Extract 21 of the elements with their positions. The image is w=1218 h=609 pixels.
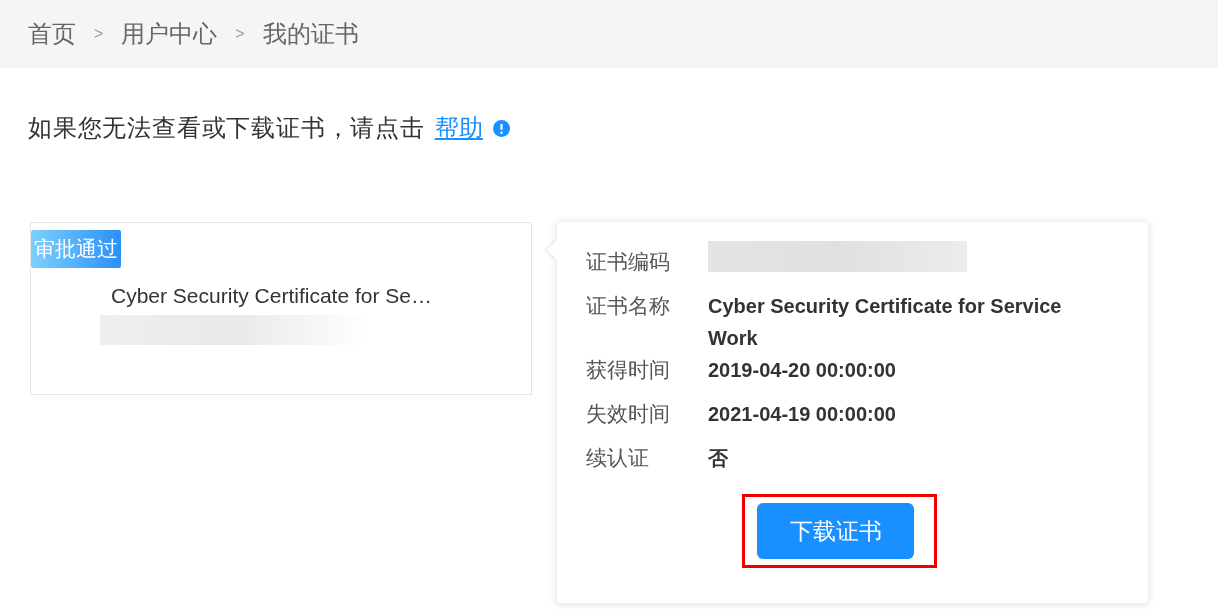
- status-badge: 审批通过: [31, 230, 121, 268]
- breadcrumb-separator: >: [235, 24, 245, 44]
- download-button[interactable]: 下载证书: [757, 503, 914, 559]
- field-value: 否: [708, 446, 729, 471]
- breadcrumb-link[interactable]: 首页: [28, 18, 76, 50]
- breadcrumb-separator: >: [94, 24, 104, 44]
- help-text: 如果您无法查看或下载证书，请点击 帮助: [28, 113, 483, 143]
- field-label: 失效时间: [586, 402, 670, 425]
- certificate-title: Cyber Security Certificate for Se…: [111, 283, 432, 309]
- field-label: 续认证: [586, 446, 649, 469]
- field-label: 证书名称: [586, 294, 670, 317]
- field-value: 2021-04-19 00:00:00: [708, 402, 897, 427]
- breadcrumb-link[interactable]: 用户中心: [121, 18, 218, 50]
- help-link[interactable]: 帮助: [434, 114, 483, 141]
- exclamation-icon: [492, 119, 510, 137]
- field-label: 证书编码: [586, 250, 670, 273]
- breadcrumb-current: 我的证书: [262, 19, 359, 49]
- field-label: 获得时间: [586, 358, 670, 381]
- field-value: 2019-04-20 00:00:00: [708, 358, 897, 383]
- certificate-card[interactable]: 审批通过 Cyber Security Certificate for Se…: [30, 222, 532, 395]
- field-value: Cyber Security Certificate for Service Work: [708, 294, 1063, 351]
